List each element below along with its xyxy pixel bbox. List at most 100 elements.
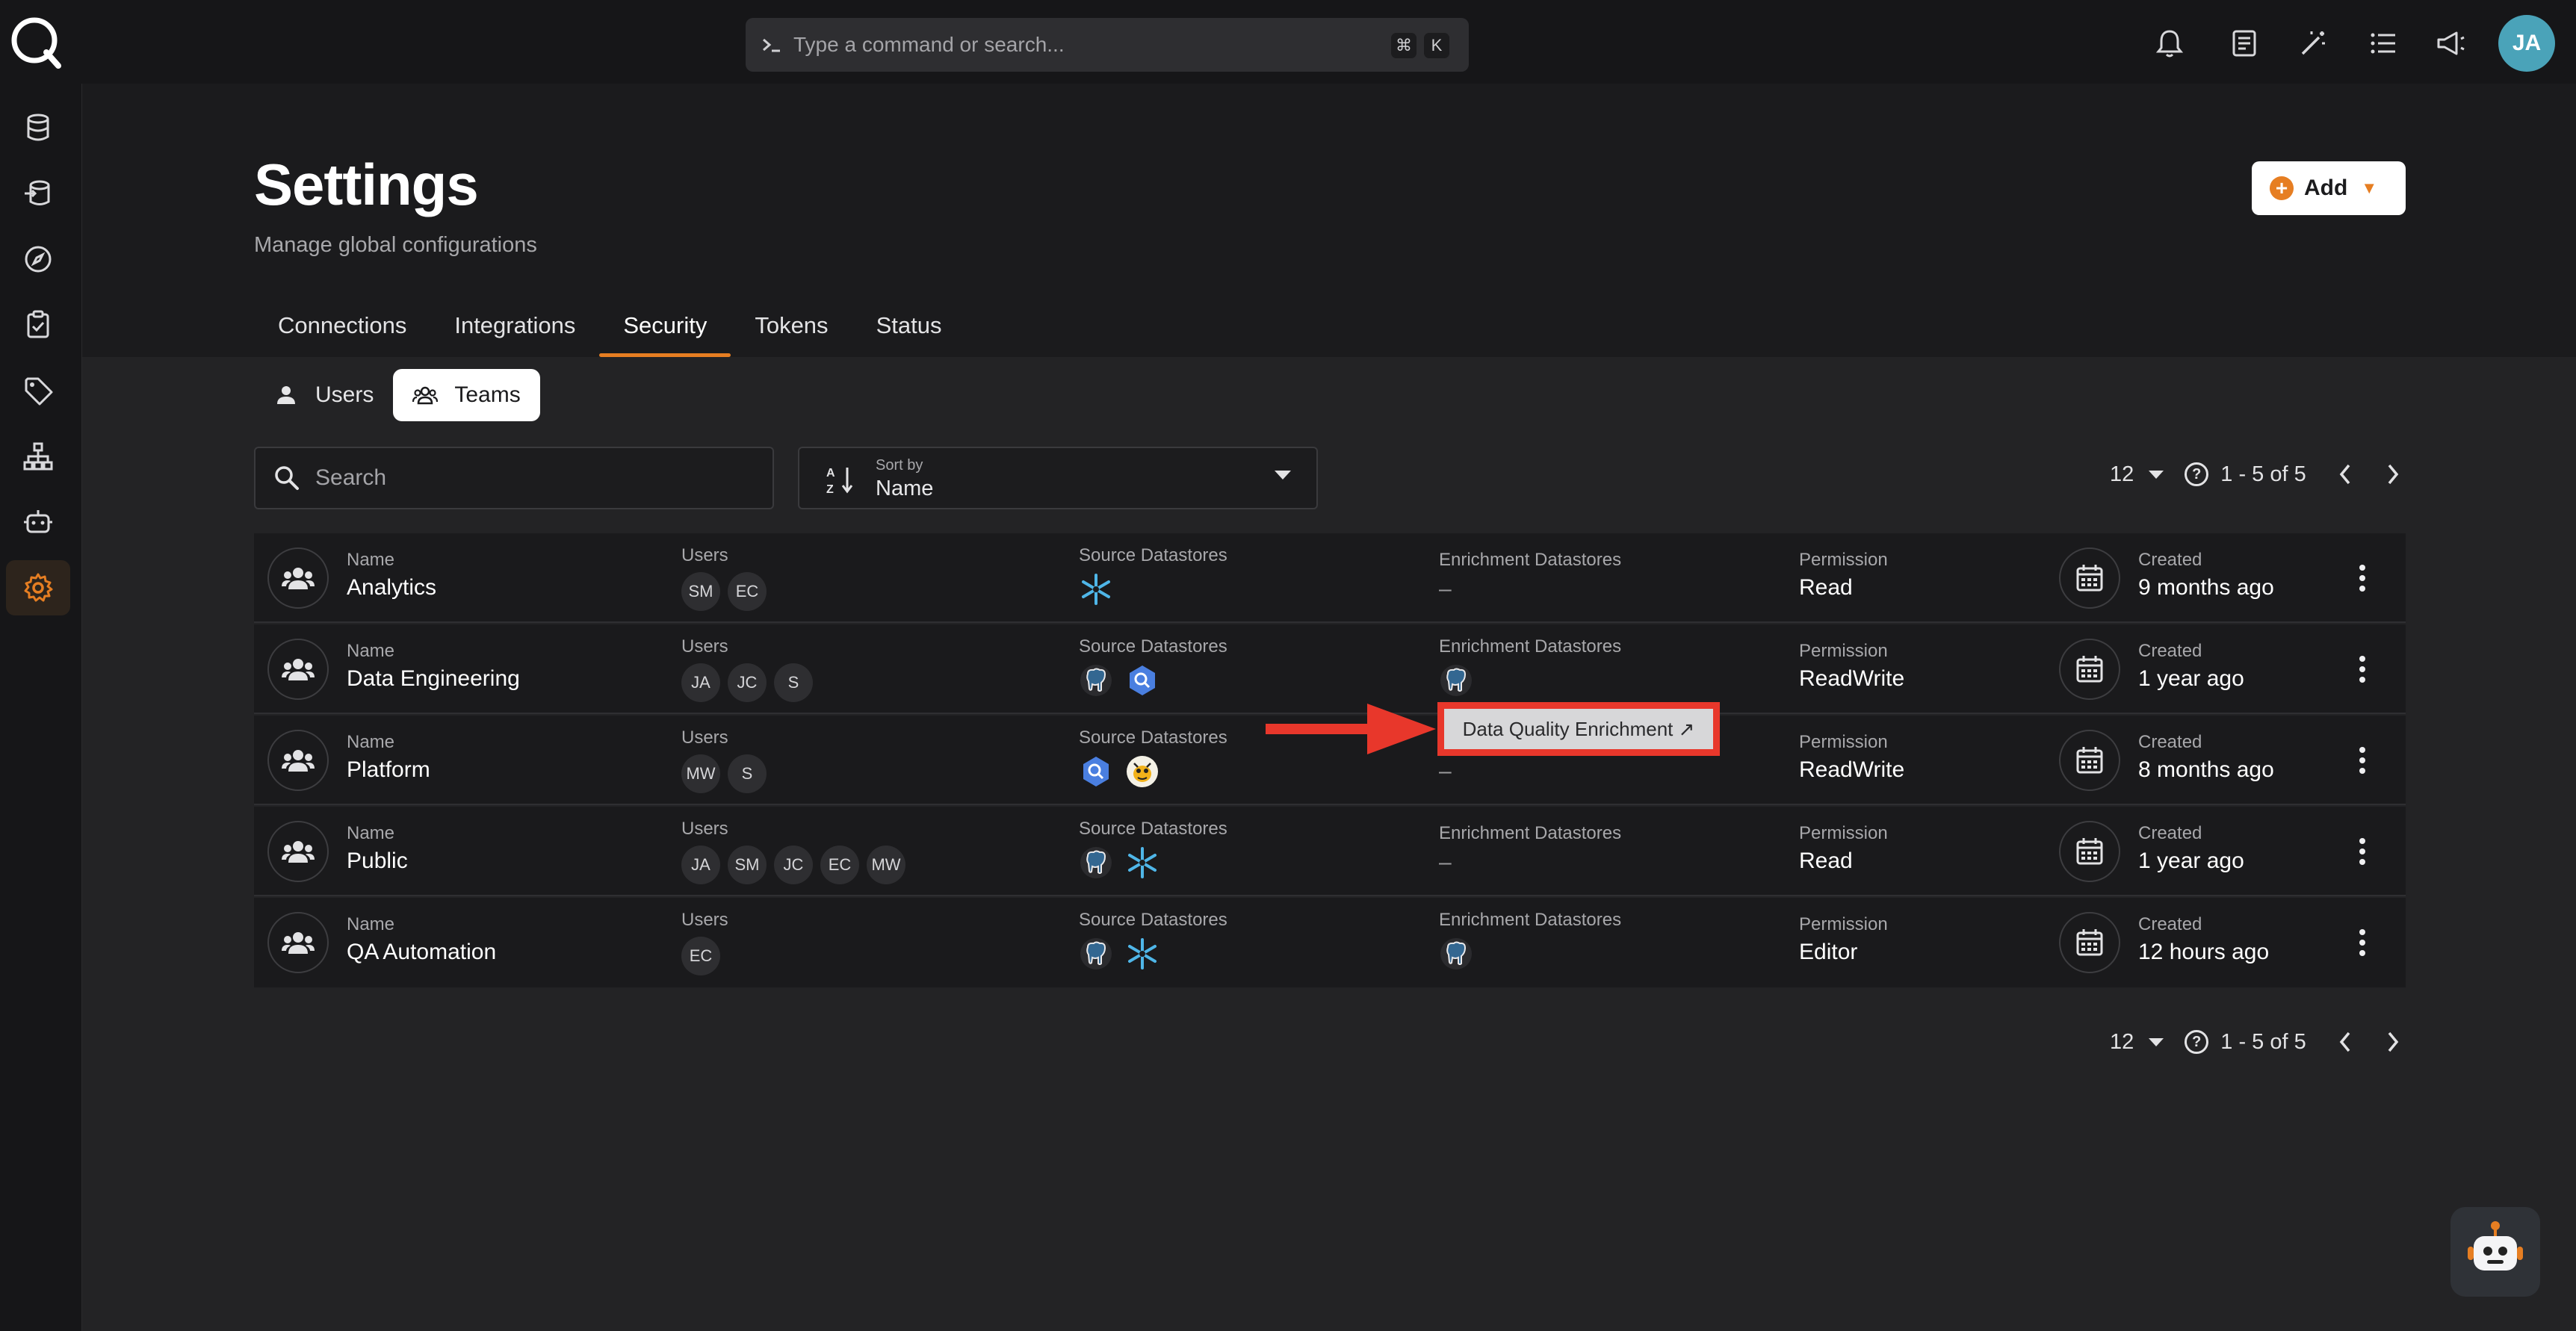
enrichment-datastores-label: Enrichment Datastores bbox=[1439, 823, 1622, 843]
user-chip[interactable]: JC bbox=[774, 846, 813, 884]
user-chip[interactable]: EC bbox=[728, 572, 767, 611]
postgresql-icon[interactable] bbox=[1079, 937, 1113, 971]
bigquery-icon[interactable] bbox=[1125, 663, 1159, 698]
page-size-dropdown-icon[interactable] bbox=[2149, 1037, 2164, 1046]
user-chip[interactable]: MW bbox=[867, 846, 905, 884]
team-name[interactable]: Platform bbox=[347, 757, 430, 783]
name-label: Name bbox=[347, 550, 395, 570]
dropdown-arrow-icon bbox=[1275, 471, 1291, 480]
hive-icon[interactable] bbox=[1125, 754, 1159, 789]
postgresql-icon[interactable] bbox=[1079, 663, 1113, 698]
more-options-icon[interactable] bbox=[2355, 744, 2370, 777]
chevron-left-icon[interactable] bbox=[2336, 1028, 2354, 1055]
user-chip[interactable]: JA bbox=[681, 663, 720, 702]
calendar-icon bbox=[2059, 730, 2120, 791]
user-avatar[interactable]: JA bbox=[2498, 15, 2555, 72]
more-options-icon[interactable] bbox=[2355, 835, 2370, 868]
enrichment-empty: – bbox=[1439, 577, 1452, 601]
page-size-dropdown-icon[interactable] bbox=[2149, 470, 2164, 479]
sort-by-select[interactable]: A Z Sort by Name bbox=[798, 447, 1318, 509]
sidebar-item-explore[interactable] bbox=[6, 232, 70, 287]
calendar-icon bbox=[2059, 639, 2120, 700]
add-button[interactable]: + Add ▼ bbox=[2252, 161, 2406, 215]
tab-security[interactable]: Security bbox=[599, 302, 731, 357]
user-chip[interactable]: JA bbox=[681, 846, 720, 884]
snowflake-icon[interactable] bbox=[1125, 937, 1159, 971]
user-chip[interactable]: EC bbox=[681, 937, 720, 975]
postgresql-icon[interactable] bbox=[1439, 937, 1473, 971]
sidebar-item-agents[interactable] bbox=[6, 494, 70, 550]
page-size-value[interactable]: 12 bbox=[2110, 462, 2134, 487]
help-icon[interactable]: ? bbox=[2185, 462, 2209, 486]
team-name[interactable]: Public bbox=[347, 848, 408, 874]
user-chip[interactable]: SM bbox=[681, 572, 720, 611]
enrichment-datastores-label: Enrichment Datastores bbox=[1439, 550, 1622, 570]
qualytics-logo[interactable] bbox=[7, 13, 64, 70]
megaphone-icon[interactable] bbox=[2434, 27, 2467, 60]
document-icon[interactable] bbox=[2228, 27, 2261, 60]
pagination-range: 1 - 5 of 5 bbox=[2220, 462, 2306, 486]
team-name[interactable]: QA Automation bbox=[347, 940, 496, 965]
bigquery-icon[interactable] bbox=[1079, 754, 1113, 789]
table-row[interactable]: Name Analytics Users SM EC Source Datast… bbox=[254, 533, 2406, 623]
compass-icon bbox=[25, 246, 52, 273]
sidebar bbox=[0, 84, 82, 1331]
tab-integrations[interactable]: Integrations bbox=[430, 302, 599, 357]
team-name[interactable]: Data Engineering bbox=[347, 666, 520, 692]
sort-alpha-icon: A Z bbox=[826, 467, 853, 496]
assistant-bot-button[interactable] bbox=[2450, 1207, 2540, 1297]
sort-by-label: Sort by bbox=[876, 457, 923, 474]
sidebar-item-hierarchy[interactable] bbox=[6, 429, 70, 484]
magic-wand-icon[interactable] bbox=[2297, 27, 2329, 60]
table-row[interactable]: Name Public Users JA SM JC EC MW Source … bbox=[254, 807, 2406, 896]
snowflake-icon[interactable] bbox=[1125, 846, 1159, 880]
more-options-icon[interactable] bbox=[2355, 562, 2370, 595]
team-name[interactable]: Analytics bbox=[347, 575, 436, 601]
user-chip[interactable]: JC bbox=[728, 663, 767, 702]
sidebar-item-datastores[interactable] bbox=[6, 100, 70, 155]
snowflake-icon[interactable] bbox=[1079, 572, 1113, 606]
user-chip[interactable]: MW bbox=[681, 754, 720, 793]
chevron-right-icon[interactable] bbox=[2384, 1028, 2402, 1055]
users-segment-button[interactable]: Users bbox=[254, 369, 393, 421]
tab-status[interactable]: Status bbox=[852, 302, 966, 357]
tab-tokens[interactable]: Tokens bbox=[731, 302, 852, 357]
user-chip[interactable]: EC bbox=[820, 846, 859, 884]
teams-segment-label: Teams bbox=[454, 382, 521, 407]
table-row[interactable]: Name QA Automation Users EC Source Datas… bbox=[254, 898, 2406, 987]
user-chip[interactable]: SM bbox=[728, 846, 767, 884]
group-icon bbox=[282, 932, 315, 954]
user-chip[interactable]: S bbox=[774, 663, 813, 702]
source-datastores-label: Source Datastores bbox=[1079, 910, 1227, 930]
help-icon[interactable]: ? bbox=[2185, 1030, 2209, 1054]
page-size-value[interactable]: 12 bbox=[2110, 1030, 2134, 1055]
teams-segment-button[interactable]: Teams bbox=[393, 369, 540, 421]
app-root: Type a command or search... ⌘ K JA Setti… bbox=[0, 0, 2576, 1331]
sidebar-item-checks[interactable] bbox=[6, 297, 70, 353]
users-label: Users bbox=[681, 545, 728, 565]
search-input[interactable]: Search bbox=[254, 447, 774, 509]
permission-value: ReadWrite bbox=[1799, 666, 1905, 691]
postgresql-icon[interactable] bbox=[1439, 663, 1473, 698]
tab-connections[interactable]: Connections bbox=[254, 302, 430, 357]
created-value: 9 months ago bbox=[2138, 575, 2274, 600]
created-label: Created bbox=[2138, 732, 2202, 752]
sidebar-item-data-flow[interactable] bbox=[6, 166, 70, 221]
enrichment-tooltip[interactable]: Data Quality Enrichment ↗ bbox=[1444, 709, 1713, 749]
user-chip[interactable]: S bbox=[728, 754, 767, 793]
chevron-right-icon[interactable] bbox=[2384, 461, 2402, 488]
name-label: Name bbox=[347, 823, 395, 843]
sidebar-item-settings[interactable] bbox=[6, 560, 70, 615]
sidebar-item-tags[interactable] bbox=[6, 363, 70, 418]
more-options-icon[interactable] bbox=[2355, 653, 2370, 686]
bell-icon[interactable] bbox=[2153, 27, 2186, 60]
more-options-icon[interactable] bbox=[2355, 926, 2370, 959]
bot-icon bbox=[2468, 1221, 2523, 1270]
postgresql-icon[interactable] bbox=[1079, 846, 1113, 880]
chevron-left-icon[interactable] bbox=[2336, 461, 2354, 488]
command-search-bar[interactable]: Type a command or search... ⌘ K bbox=[746, 18, 1469, 72]
search-icon bbox=[275, 466, 299, 490]
list-icon[interactable] bbox=[2367, 27, 2400, 60]
permission-value: Read bbox=[1799, 575, 1853, 600]
created-label: Created bbox=[2138, 641, 2202, 661]
